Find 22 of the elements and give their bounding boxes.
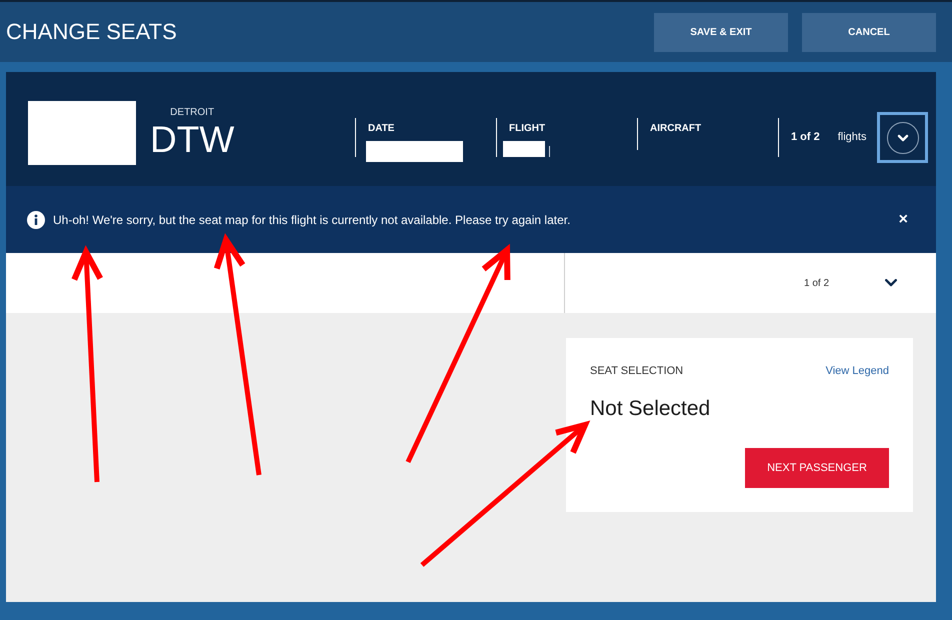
view-legend-link[interactable]: View Legend <box>826 362 889 380</box>
field-label: DATE <box>368 123 394 135</box>
field-label: FLIGHT <box>509 123 546 135</box>
cancel-button[interactable]: CANCEL <box>802 12 936 52</box>
airport-code: DTW <box>150 121 234 159</box>
field-label: AIRCRAFT <box>650 123 702 135</box>
page-title: CHANGE SEATS <box>6 21 177 43</box>
seat-status: Not Selected <box>590 397 710 421</box>
redacted-block <box>503 141 545 157</box>
flight-counter: 1 of 2 <box>791 130 820 146</box>
alert-message: Uh-oh! We're sorry, but the seat map for this flight is currently not available. Please try again later. <box>53 212 570 228</box>
flights-dropdown-button[interactable] <box>877 112 928 163</box>
close-button[interactable]: × <box>898 212 908 228</box>
chevron-down-icon <box>886 122 918 154</box>
card-heading: SEAT SELECTION <box>590 364 684 379</box>
passenger-counter: 1 of 2 <box>804 276 830 290</box>
chevron-down-icon[interactable] <box>885 279 897 287</box>
flights-label: flights <box>838 130 866 146</box>
save-exit-button[interactable]: SAVE & EXIT <box>654 12 788 52</box>
next-passenger-button[interactable]: NEXT PASSENGER <box>745 448 889 488</box>
city-name: DETROIT <box>170 107 214 119</box>
info-icon <box>27 210 45 228</box>
